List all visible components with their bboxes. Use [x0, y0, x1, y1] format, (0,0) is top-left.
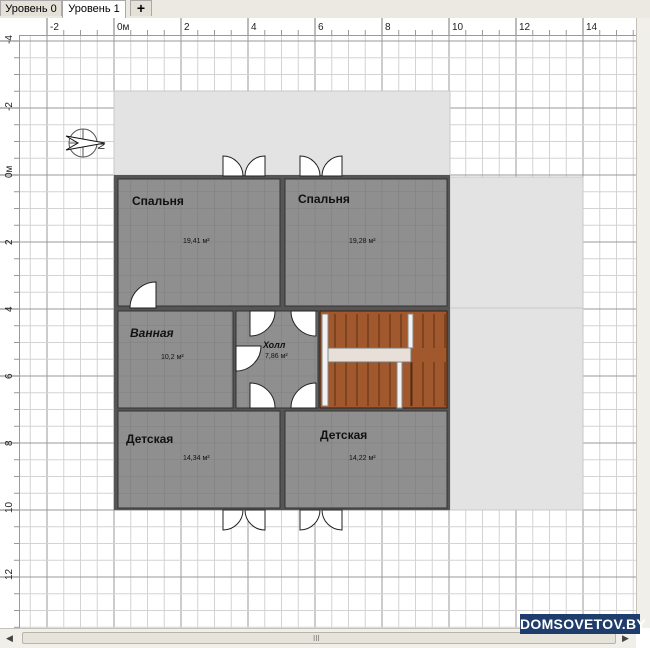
plan-canvas[interactable]: N Спальня 19,41 м² Спальня 19,28 м² Ванн…: [20, 36, 636, 628]
ruler-top-label: -2: [50, 22, 59, 33]
ruler-left-label: -4: [4, 35, 15, 44]
ruler-top-label: 0м: [117, 22, 130, 33]
ruler-top-label: 14: [586, 22, 598, 33]
room-area-kids-2: 14,22 м²: [349, 455, 376, 462]
tab-level-1[interactable]: Уровень 1: [62, 0, 126, 18]
level-tab-bar: Уровень 0 Уровень 1 +: [0, 0, 650, 19]
room-label-bedroom-2: Спальня: [298, 192, 350, 206]
room-area-bedroom-1: 19,41 м²: [183, 238, 210, 245]
ruler-left-label: 10: [4, 501, 15, 513]
scroll-grip: III: [313, 634, 320, 643]
room-label-kids-2: Детская: [320, 428, 367, 442]
ruler-left-label: 8: [4, 440, 15, 446]
ruler-top-label: 8: [385, 22, 391, 33]
compass-north-label: N: [96, 143, 106, 150]
ruler-left-label: -2: [4, 102, 15, 111]
ruler-top-label: 6: [318, 22, 324, 33]
ruler-left-label: 4: [4, 306, 15, 312]
room-label-bedroom-1: Спальня: [132, 194, 184, 208]
ruler-left-label: 6: [4, 373, 15, 379]
staircase[interactable]: [319, 310, 448, 409]
ruler-left-label: 2: [4, 239, 15, 245]
vertical-ruler: -4 -2 0м 2 4 6 8 10 12: [0, 35, 20, 628]
ruler-left-label: 12: [4, 568, 15, 580]
watermark: DOMSOVETOV.BY: [520, 614, 647, 634]
room-label-hall: Холл: [262, 340, 286, 350]
scroll-left-arrow-icon[interactable]: ◀: [6, 633, 13, 644]
ruler-top-label: 2: [184, 22, 190, 33]
ruler-left-label: 0м: [4, 165, 15, 178]
room-label-bathroom: Ванная: [130, 326, 174, 340]
room-area-hall: 7,86 м²: [265, 353, 288, 360]
room-area-kids-1: 14,34 м²: [183, 455, 210, 462]
horizontal-ruler: -2 0м 2 4 6 8 10 12 14: [0, 18, 636, 36]
scroll-right-arrow-icon[interactable]: ▶: [622, 633, 629, 644]
ruler-top-label: 4: [251, 22, 257, 33]
lower-level-footprint-right: [449, 176, 584, 511]
tab-level-0[interactable]: Уровень 0: [0, 0, 62, 16]
room-area-bedroom-2: 19,28 м²: [349, 238, 376, 245]
ruler-top-label: 12: [519, 22, 531, 33]
lower-level-footprint-top: [113, 90, 451, 178]
add-level-button[interactable]: +: [130, 0, 152, 16]
vertical-scrollbar[interactable]: [636, 18, 650, 628]
compass[interactable]: N: [65, 128, 106, 158]
ruler-top-label: 10: [452, 22, 464, 33]
room-label-kids-1: Детская: [126, 432, 173, 446]
room-area-bathroom: 10,2 м²: [161, 354, 184, 361]
